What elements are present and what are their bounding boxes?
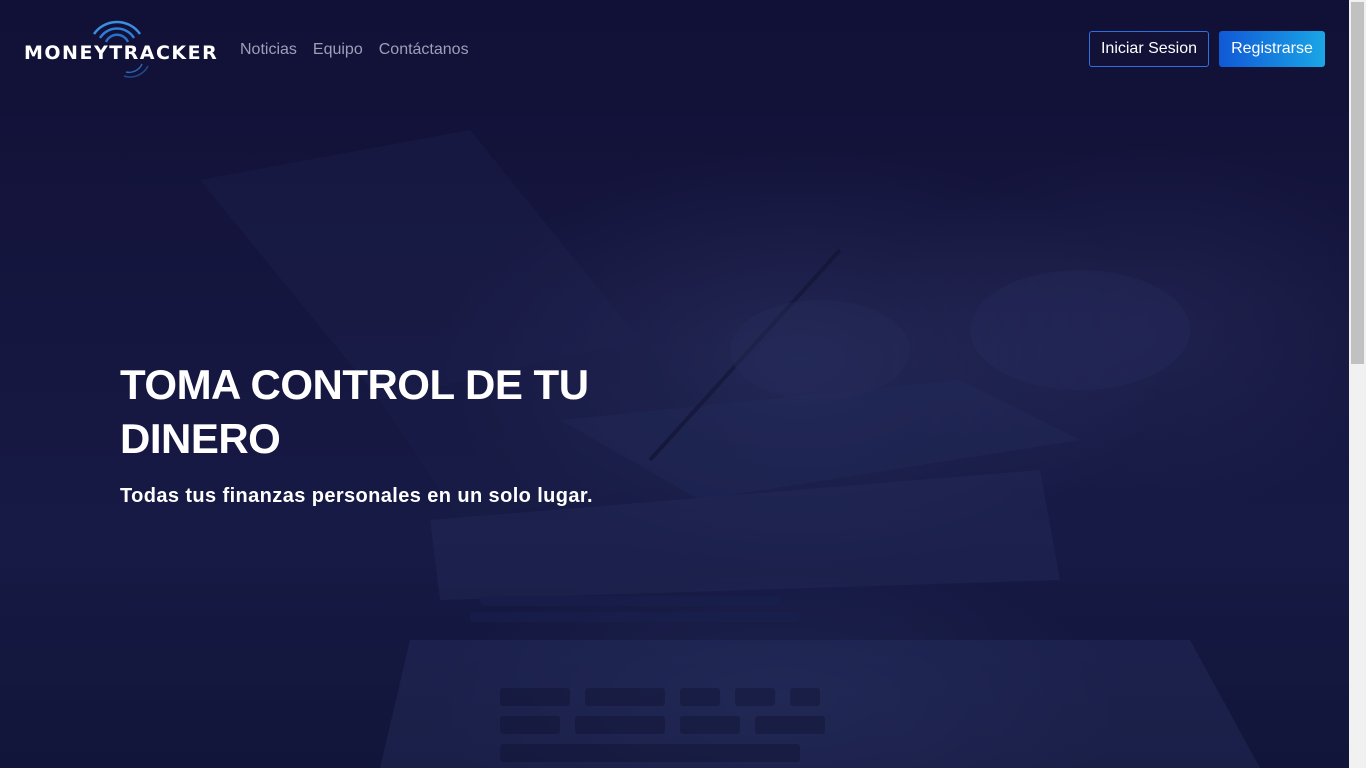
- nav-item-equipo[interactable]: Equipo: [313, 40, 363, 60]
- nav-item-contactanos[interactable]: Contáctanos: [379, 40, 469, 60]
- hero-subtitle: Todas tus finanzas personales en un solo…: [120, 485, 593, 507]
- nav-item-noticias[interactable]: Noticias: [240, 40, 297, 60]
- page-scrollbar[interactable]: [1349, 0, 1366, 768]
- login-button[interactable]: Iniciar Sesion: [1089, 31, 1209, 67]
- hero-page: MONEYTRACKER Noticias Equipo Contáctanos…: [0, 0, 1349, 768]
- brand-logo[interactable]: MONEYTRACKER: [24, 16, 217, 78]
- logo-text: MONEYTRACKER: [24, 42, 219, 64]
- hero-title: TOMA CONTROL DE TU DINERO: [120, 361, 589, 462]
- scrollbar-thumb[interactable]: [1351, 2, 1364, 364]
- main-nav: Noticias Equipo Contáctanos: [240, 40, 469, 60]
- register-button[interactable]: Registrarse: [1219, 31, 1325, 67]
